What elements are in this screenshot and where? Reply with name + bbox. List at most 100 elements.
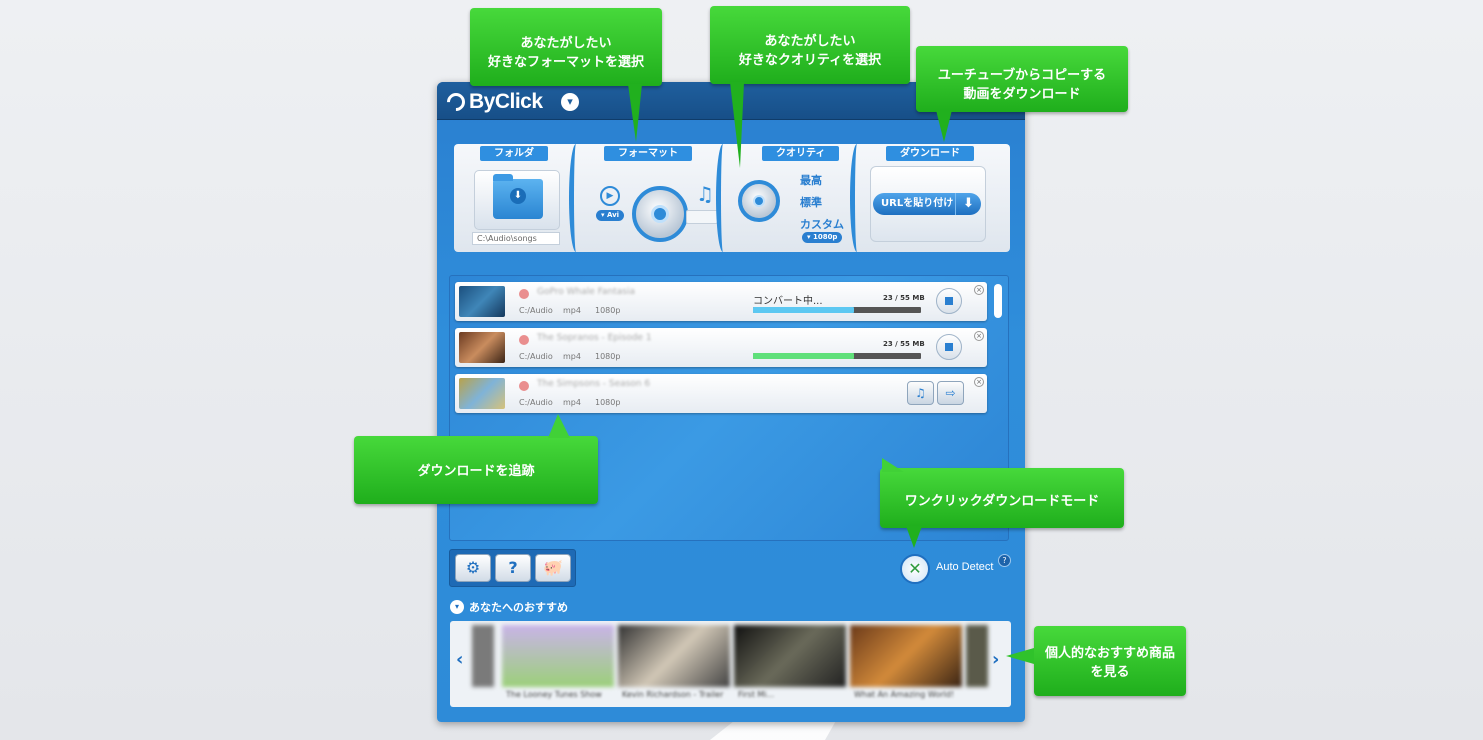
- video-folder: C:/Audio: [519, 306, 553, 315]
- callout-quality-pointer: [730, 82, 744, 168]
- callout-oneclick-line1: ワンクリックダウンロードモード: [904, 494, 1100, 509]
- callout-format-line1: あなたがしたい: [520, 36, 612, 51]
- close-icon[interactable]: ×: [974, 285, 984, 295]
- download-row[interactable]: GoPro Whale Fantasia C:/Audio mp4 1080p …: [455, 282, 987, 321]
- download-arrow-icon: ⬇: [510, 188, 526, 204]
- video-folder: C:/Audio: [519, 398, 553, 407]
- chevron-right-icon[interactable]: ›: [992, 649, 999, 670]
- download-row[interactable]: The Simpsons - Season 6 C:/Audio mp4 108…: [455, 374, 987, 413]
- recommendation-thumbnail[interactable]: [502, 625, 614, 687]
- video-icon: [519, 381, 529, 391]
- music-note-icon: ♫: [696, 182, 714, 206]
- chevron-down-icon[interactable]: ▾: [450, 600, 464, 614]
- auto-detect-toggle[interactable]: ✕: [900, 554, 930, 584]
- byclick-window: ByClick ▾ フォルダ ⬇ C:\Audio\songs フォーマット ▶…: [437, 82, 1025, 722]
- video-title: GoPro Whale Fantasia: [537, 287, 635, 297]
- recommendation-title: First Mi...: [738, 690, 775, 699]
- video-resolution: 1080p: [595, 352, 621, 361]
- callout-recommend-line2: を見る: [1090, 665, 1130, 680]
- recommendation-thumbnail[interactable]: [850, 625, 962, 687]
- settings-gear-icon[interactable]: ⚙: [455, 554, 491, 582]
- itunes-icon[interactable]: ♫: [907, 381, 934, 405]
- video-folder: C:/Audio: [519, 352, 553, 361]
- download-row[interactable]: The Sopranos - Episode 1 C:/Audio mp4 10…: [455, 328, 987, 367]
- callout-track-pointer: [548, 414, 570, 438]
- progress-fill: [753, 307, 854, 313]
- close-icon[interactable]: ×: [974, 331, 984, 341]
- custom-resolution-select[interactable]: ▾ 1080p: [802, 232, 843, 243]
- format-label: フォーマット: [604, 146, 692, 161]
- format-value: Avi: [606, 211, 620, 219]
- callout-format-line2: 好きなフォーマットを選択: [487, 55, 644, 70]
- section-divider: [569, 144, 583, 252]
- callout-download-line1: ユーチューブからコピーする: [937, 68, 1107, 83]
- open-folder-icon[interactable]: ⇨: [937, 381, 964, 405]
- play-icon: ▶: [600, 186, 620, 206]
- paste-area: URLを貼り付け ⬇: [870, 166, 986, 242]
- quality-option-standard[interactable]: 標準: [800, 194, 822, 210]
- recommendation-thumbnail[interactable]: [734, 625, 846, 687]
- close-icon[interactable]: ×: [974, 377, 984, 387]
- video-resolution: 1080p: [595, 306, 621, 315]
- video-icon: [519, 335, 529, 345]
- stop-button[interactable]: [936, 334, 962, 360]
- callout-oneclick: ワンクリックダウンロードモード: [880, 468, 1124, 528]
- video-title: The Simpsons - Season 6: [537, 379, 651, 389]
- video-icon: [519, 289, 529, 299]
- dial-center: [651, 205, 669, 223]
- video-thumbnail: [459, 332, 505, 363]
- paste-url-label: URLを貼り付け: [881, 198, 954, 209]
- quality-option-best[interactable]: 最高: [800, 172, 822, 188]
- recommendation-title: Kevin Richardson - Trailer: [622, 690, 724, 699]
- piggy-bank-icon[interactable]: 🐖: [535, 554, 571, 582]
- auto-detect-label: Auto Detect: [936, 561, 994, 573]
- stop-button[interactable]: [936, 288, 962, 314]
- app-brand: ByClick: [469, 90, 543, 113]
- recommendation-thumbnail[interactable]: [472, 625, 494, 687]
- download-arrow-icon: ⬇: [955, 193, 981, 215]
- callout-format-pointer: [628, 84, 642, 142]
- recommendations-title: あなたへのおすすめ: [469, 601, 568, 614]
- folder-button[interactable]: ⬇: [474, 170, 560, 230]
- recommendation-thumbnail[interactable]: [966, 625, 988, 687]
- recommendations-carousel: ‹ The Looney Tunes Show Kevin Richardson…: [450, 621, 1011, 707]
- format-select[interactable]: ▾ Avi: [596, 210, 625, 221]
- folder-label: フォルダ: [480, 146, 548, 161]
- recommendations-header[interactable]: ▾ あなたへのおすすめ: [450, 599, 568, 615]
- byclick-logo-icon: [443, 89, 469, 115]
- scrollbar-thumb[interactable]: [994, 284, 1002, 318]
- paste-url-button[interactable]: URLを貼り付け ⬇: [873, 193, 981, 215]
- format-box: [686, 210, 718, 224]
- video-thumbnail: [459, 378, 505, 409]
- folder-path[interactable]: C:\Audio\songs: [472, 232, 560, 245]
- progress-bar: [753, 307, 921, 313]
- folder-icon: ⬇: [493, 174, 543, 219]
- format-section: フォーマット ▶ ▾ Avi ♫: [582, 144, 732, 252]
- folder-section: フォルダ ⬇ C:\Audio\songs: [454, 144, 574, 252]
- download-status: コンバート中...: [753, 296, 823, 307]
- quality-dial[interactable]: [738, 180, 780, 222]
- callout-format: あなたがしたい 好きなフォーマットを選択: [470, 8, 662, 86]
- recommendation-title: What An Amazing World!: [854, 690, 955, 699]
- quality-label: クオリティ: [762, 146, 840, 161]
- callout-oneclick-pointer: [906, 526, 922, 548]
- recommendation-thumbnail[interactable]: [618, 625, 730, 687]
- video-title: The Sopranos - Episode 1: [537, 333, 652, 343]
- format-dial[interactable]: [632, 186, 688, 242]
- progress-fill: [753, 353, 854, 359]
- callout-track-line1: ダウンロードを追跡: [417, 464, 535, 479]
- callout-track: ダウンロードを追跡: [354, 436, 598, 504]
- menu-chevron-down-icon[interactable]: ▾: [561, 93, 579, 111]
- callout-quality: あなたがしたい 好きなクオリティを選択: [710, 6, 910, 84]
- download-size: 23 / 55 MB: [883, 340, 925, 348]
- help-button[interactable]: ?: [495, 554, 531, 582]
- callout-download-line2: 動画をダウンロード: [963, 87, 1081, 102]
- auto-detect-help-icon[interactable]: ?: [998, 554, 1011, 567]
- callout-oneclick-pointer-top: [882, 458, 904, 472]
- video-format: mp4: [563, 398, 581, 407]
- custom-resolution-value: 1080p: [812, 233, 838, 241]
- quality-option-custom[interactable]: カスタム: [800, 216, 844, 232]
- chevron-left-icon[interactable]: ‹: [456, 649, 463, 670]
- download-size: 23 / 55 MB: [883, 294, 925, 302]
- callout-recommend: 個人的なおすすめ商品 を見る: [1034, 626, 1186, 696]
